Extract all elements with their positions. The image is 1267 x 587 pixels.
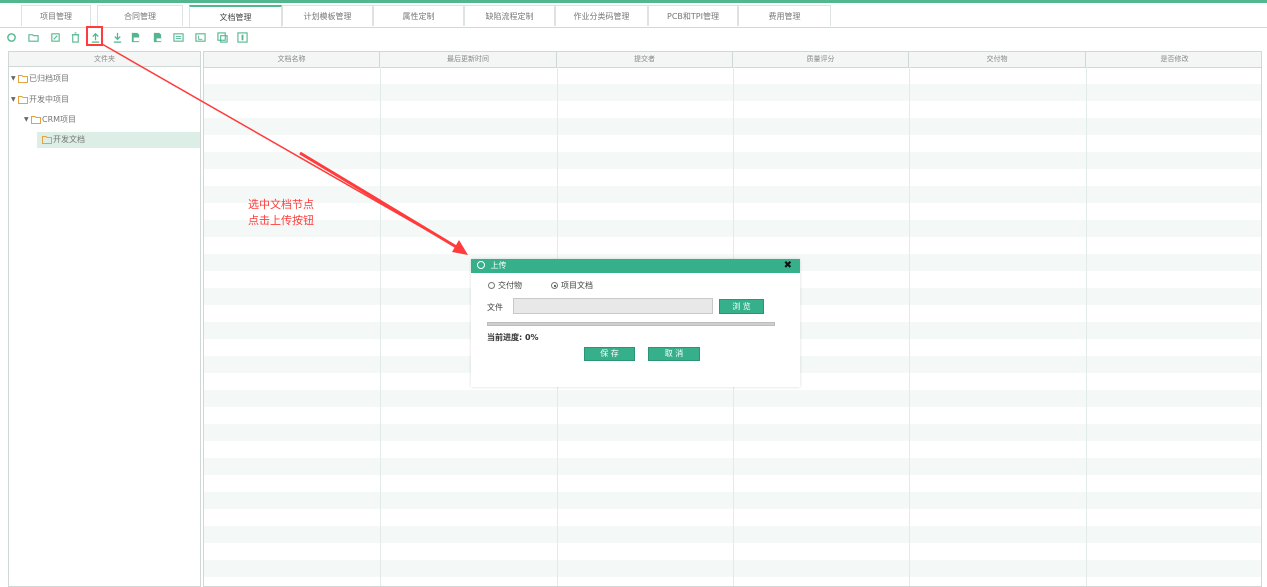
upload-dialog: 上传 ✖ 交付物 项目文档 文件 浏 览 当前进度: 0% 保 存 取 消 bbox=[471, 259, 800, 387]
annotation-line-1: 选中文档节点 bbox=[248, 198, 314, 211]
file-label: 文件 bbox=[487, 303, 503, 312]
progress-bar bbox=[487, 322, 775, 326]
radio-circle-icon[interactable] bbox=[488, 282, 495, 289]
dialog-logo-icon bbox=[477, 261, 485, 269]
close-icon[interactable]: ✖ bbox=[784, 259, 792, 273]
dialog-title: 上传 bbox=[490, 261, 507, 270]
progress-text: 当前进度: 0% bbox=[487, 333, 539, 342]
radio-circle-checked-icon[interactable] bbox=[551, 282, 558, 289]
dialog-titlebar: 上传 ✖ bbox=[471, 259, 800, 273]
annotation-line-2: 点击上传按钮 bbox=[248, 214, 314, 227]
radio-label: 项目文档 bbox=[561, 281, 593, 290]
save-button[interactable]: 保 存 bbox=[584, 347, 635, 361]
radio-deliverable[interactable]: 交付物 bbox=[488, 280, 522, 291]
radio-label: 交付物 bbox=[498, 281, 522, 290]
file-path-input[interactable] bbox=[513, 298, 713, 314]
radio-project-document[interactable]: 项目文档 bbox=[551, 280, 593, 291]
annotation-text: 选中文档节点 点击上传按钮 bbox=[248, 197, 314, 229]
cancel-button[interactable]: 取 消 bbox=[648, 347, 700, 361]
browse-button[interactable]: 浏 览 bbox=[719, 299, 764, 314]
